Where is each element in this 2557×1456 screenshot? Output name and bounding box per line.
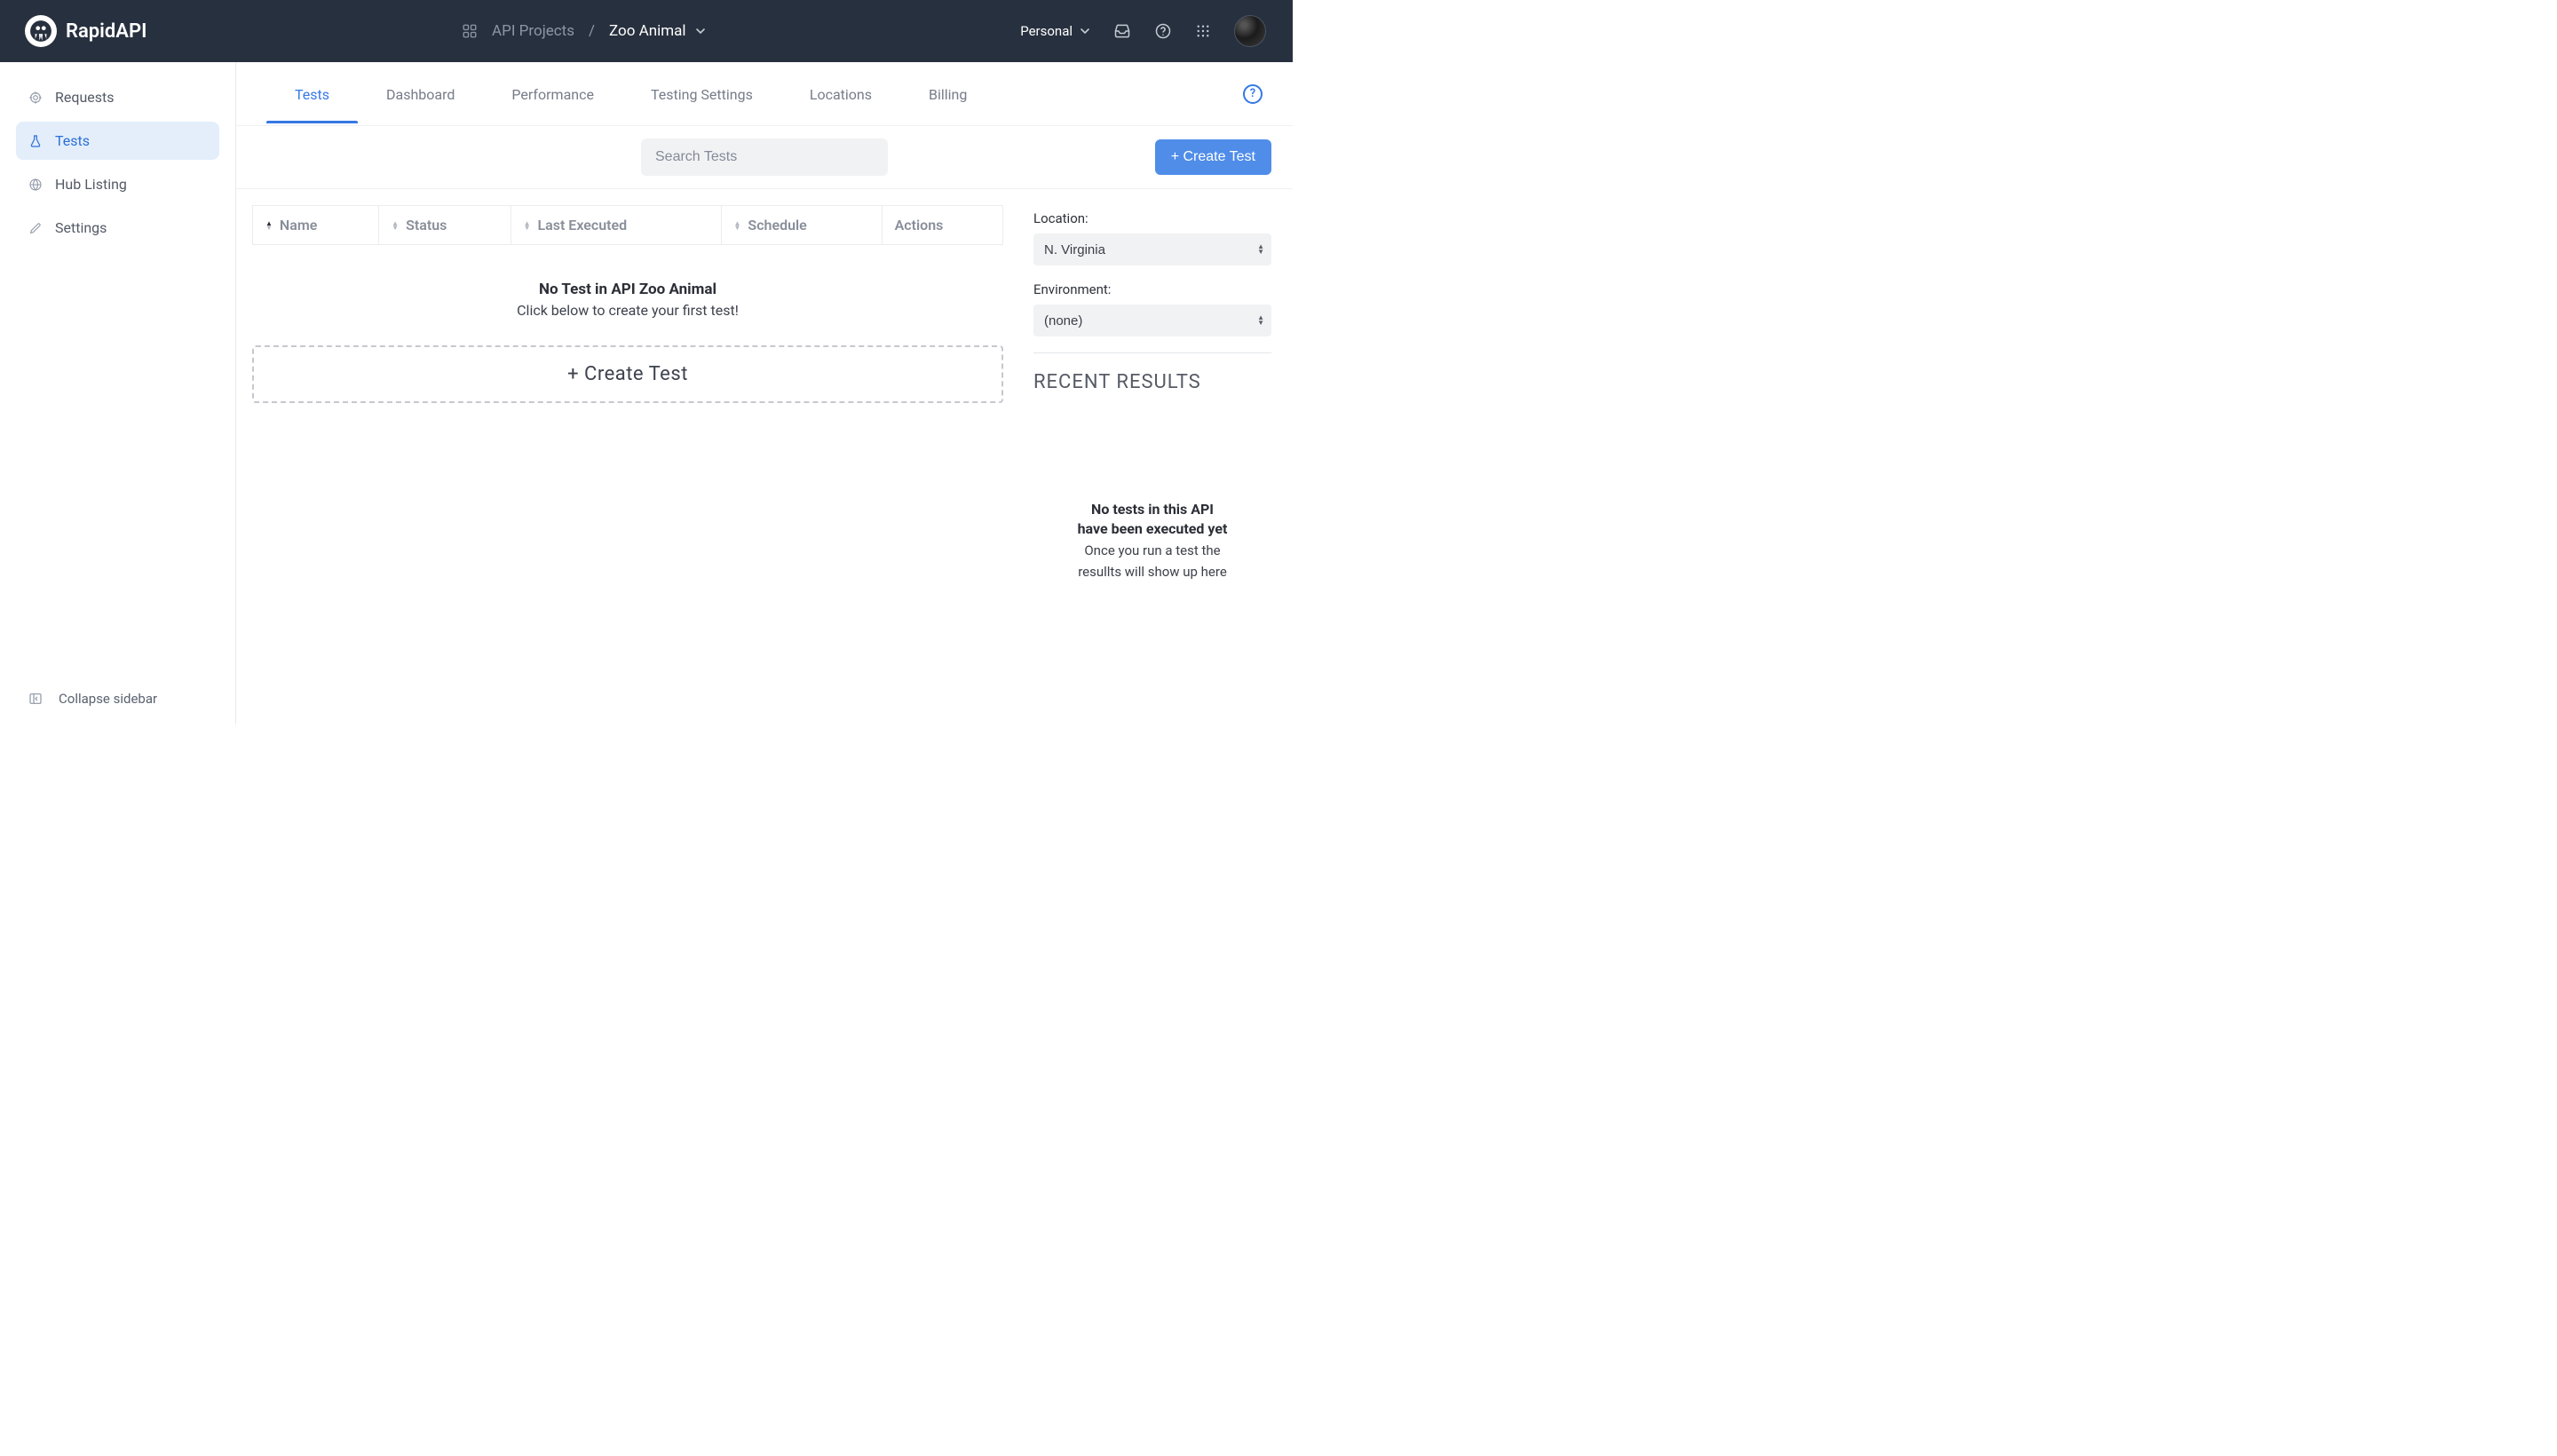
th-label: Schedule	[748, 217, 806, 233]
results-empty-sub1: Once you run a test the	[1033, 542, 1271, 559]
inbox-icon	[1113, 22, 1131, 40]
brand-name: RapidAPI	[66, 20, 146, 43]
breadcrumb: API Projects / Zoo Animal	[146, 22, 1020, 40]
flask-icon	[28, 134, 43, 148]
content-area: ▲▼ Name ▲▼ Status ▲▼ Last Executed ▲▼ Schedu…	[236, 189, 1293, 724]
breadcrumb-project[interactable]: Zoo Animal	[609, 22, 706, 40]
sidebar-item-label: Tests	[55, 132, 90, 149]
empty-state-title: No Test in API Zoo Animal	[252, 281, 1003, 298]
sidebar-item-label: Settings	[55, 219, 107, 236]
location-select-wrap: N. Virginia ▲▼	[1033, 233, 1271, 265]
th-label: Last Executed	[537, 217, 627, 233]
th-label: Actions	[895, 217, 944, 233]
tab-locations[interactable]: Locations	[781, 65, 900, 123]
search-tests-input[interactable]	[641, 138, 888, 176]
sort-icon: ▲▼	[392, 221, 399, 230]
brand-logo[interactable]: RapidAPI	[25, 15, 146, 47]
breadcrumb-root[interactable]: API Projects	[492, 22, 574, 40]
environment-select-wrap: (none) ▲▼	[1033, 305, 1271, 336]
target-icon	[28, 91, 43, 105]
tests-table-area: ▲▼ Name ▲▼ Status ▲▼ Last Executed ▲▼ Schedu…	[236, 189, 1019, 724]
tab-label: Performance	[511, 86, 594, 103]
sidebar-item-settings[interactable]: Settings	[16, 209, 219, 247]
th-label: Status	[406, 217, 447, 233]
recent-results-title: RECENT RESULTS	[1033, 371, 1271, 393]
tab-testing-settings[interactable]: Testing Settings	[622, 65, 781, 123]
toolbar: + Create Test	[236, 126, 1293, 189]
inbox-button[interactable]	[1113, 22, 1131, 40]
chevron-down-icon	[695, 26, 706, 36]
th-last-executed[interactable]: ▲▼ Last Executed	[511, 206, 721, 245]
sidebar-item-label: Requests	[55, 89, 115, 106]
create-test-button[interactable]: + Create Test	[1155, 139, 1271, 175]
projects-grid-icon[interactable]	[462, 23, 478, 39]
sidebar-item-label: Hub Listing	[55, 176, 127, 193]
tab-label: Locations	[810, 86, 872, 103]
brand-logo-icon	[25, 15, 57, 47]
sidebar-item-requests[interactable]: Requests	[16, 78, 219, 116]
tab-tests[interactable]: Tests	[266, 65, 358, 123]
collapse-icon	[28, 692, 43, 706]
sort-icon: ▲▼	[265, 221, 273, 230]
sidebar-item-hub-listing[interactable]: Hub Listing	[16, 165, 219, 203]
main-content: Tests Dashboard Performance Testing Sett…	[236, 62, 1293, 724]
tests-table: ▲▼ Name ▲▼ Status ▲▼ Last Executed ▲▼ Schedu…	[252, 205, 1003, 245]
help-circle-icon: ?	[1243, 84, 1263, 104]
environment-select[interactable]: (none)	[1033, 305, 1271, 336]
sidebar-items: Requests Tests Hub Listing Settings	[0, 78, 235, 675]
sort-icon: ▲▼	[734, 221, 741, 230]
tab-label: Tests	[295, 86, 329, 103]
right-panel: Location: N. Virginia ▲▼ Environment: (n…	[1019, 189, 1293, 724]
apps-grid-icon	[1195, 23, 1211, 39]
sidebar-item-tests[interactable]: Tests	[16, 122, 219, 160]
results-empty-state: No tests in this API have been executed …	[1033, 500, 1271, 582]
tab-label: Billing	[929, 86, 967, 103]
th-schedule[interactable]: ▲▼ Schedule	[721, 206, 882, 245]
breadcrumb-project-label: Zoo Animal	[609, 22, 686, 40]
tab-billing[interactable]: Billing	[900, 65, 995, 123]
location-label: Location:	[1033, 210, 1271, 226]
th-name[interactable]: ▲▼ Name	[253, 206, 379, 245]
environment-label: Environment:	[1033, 281, 1271, 297]
tab-dashboard[interactable]: Dashboard	[358, 65, 483, 123]
header-right: Personal	[1020, 15, 1266, 47]
th-status[interactable]: ▲▼ Status	[379, 206, 511, 245]
th-label: Name	[280, 217, 317, 233]
results-empty-sub2: resullts will show up here	[1033, 563, 1271, 581]
help-icon	[1154, 22, 1172, 40]
right-panel-divider	[1033, 352, 1271, 353]
workspace-selector[interactable]: Personal	[1020, 23, 1090, 39]
tabs-help-button[interactable]: ?	[1243, 84, 1263, 104]
table-header-row: ▲▼ Name ▲▼ Status ▲▼ Last Executed ▲▼ Schedu…	[253, 206, 1003, 245]
sort-icon: ▲▼	[524, 221, 531, 230]
tab-label: Dashboard	[386, 86, 455, 103]
th-actions: Actions	[882, 206, 1002, 245]
tab-label: Testing Settings	[651, 86, 753, 103]
results-empty-bold2: have been executed yet	[1033, 519, 1271, 539]
chevron-down-icon	[1080, 26, 1090, 36]
apps-button[interactable]	[1195, 23, 1211, 39]
rapidapi-icon	[29, 20, 52, 43]
workspace-label: Personal	[1020, 23, 1073, 39]
collapse-sidebar-button[interactable]: Collapse sidebar	[0, 675, 235, 724]
breadcrumb-separator: /	[589, 22, 595, 40]
tabs: Tests Dashboard Performance Testing Sett…	[236, 62, 1293, 126]
empty-state-subtitle: Click below to create your first test!	[252, 302, 1003, 319]
sidebar: Requests Tests Hub Listing Settings	[0, 62, 236, 724]
empty-state: No Test in API Zoo Animal Click below to…	[252, 281, 1003, 403]
tab-performance[interactable]: Performance	[483, 65, 622, 123]
location-select[interactable]: N. Virginia	[1033, 233, 1271, 265]
app-header: RapidAPI API Projects / Zoo Animal Perso…	[0, 0, 1293, 62]
user-avatar[interactable]	[1234, 15, 1266, 47]
pencil-icon	[28, 221, 43, 235]
globe-icon	[28, 178, 43, 192]
collapse-sidebar-label: Collapse sidebar	[59, 691, 157, 707]
results-empty-bold1: No tests in this API	[1033, 500, 1271, 519]
help-button[interactable]	[1154, 22, 1172, 40]
create-test-dashed-button[interactable]: + Create Test	[252, 345, 1003, 403]
